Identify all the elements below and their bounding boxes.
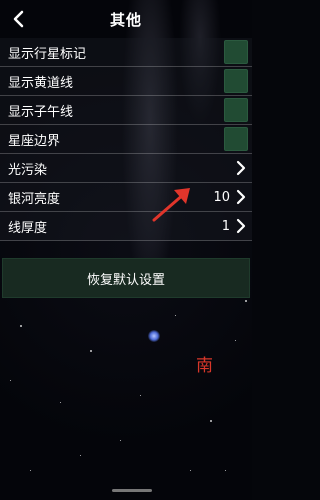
compass-south-label: 南 — [196, 356, 213, 376]
chevron-right-icon[interactable] — [234, 188, 248, 206]
settings-list: 显示行星标记 显示黄道线 显示子午线 星座边界 光污染 银河亮度 10 线厚度 — [0, 38, 252, 241]
page-title: 其他 — [109, 10, 142, 29]
setting-label: 显示黄道线 — [8, 75, 74, 91]
bright-star — [148, 330, 160, 342]
chevron-right-icon[interactable] — [234, 217, 248, 235]
annotation-arrow-icon — [152, 188, 190, 222]
chevron-right-icon[interactable] — [234, 159, 248, 177]
toggle-checkbox[interactable] — [224, 98, 248, 122]
setting-row-milky-way-brightness[interactable]: 银河亮度 10 — [0, 183, 252, 212]
app-header: 其他 — [0, 0, 252, 38]
setting-label: 星座边界 — [8, 133, 61, 149]
home-indicator[interactable] — [112, 489, 152, 492]
setting-label: 线厚度 — [8, 220, 48, 236]
back-arrow-icon[interactable] — [8, 7, 28, 31]
setting-row-meridian[interactable]: 显示子午线 — [0, 96, 252, 125]
toggle-checkbox[interactable] — [224, 40, 248, 64]
setting-label: 显示行星标记 — [8, 46, 87, 62]
setting-row-light-pollution[interactable]: 光污染 — [0, 154, 252, 183]
setting-row-ecliptic[interactable]: 显示黄道线 — [0, 67, 252, 96]
setting-value: 1 — [221, 218, 230, 234]
setting-row-line-thickness[interactable]: 线厚度 1 — [0, 212, 252, 241]
setting-label: 显示子午线 — [8, 104, 74, 120]
setting-value: 10 — [213, 189, 230, 205]
setting-label: 光污染 — [8, 162, 48, 178]
toggle-checkbox[interactable] — [224, 127, 248, 151]
setting-row-planet-markers[interactable]: 显示行星标记 — [0, 38, 252, 67]
setting-row-constellation-boundaries[interactable]: 星座边界 — [0, 125, 252, 154]
setting-label: 银河亮度 — [8, 191, 61, 207]
toggle-checkbox[interactable] — [224, 69, 248, 93]
reset-defaults-button[interactable]: 恢复默认设置 — [2, 258, 250, 298]
